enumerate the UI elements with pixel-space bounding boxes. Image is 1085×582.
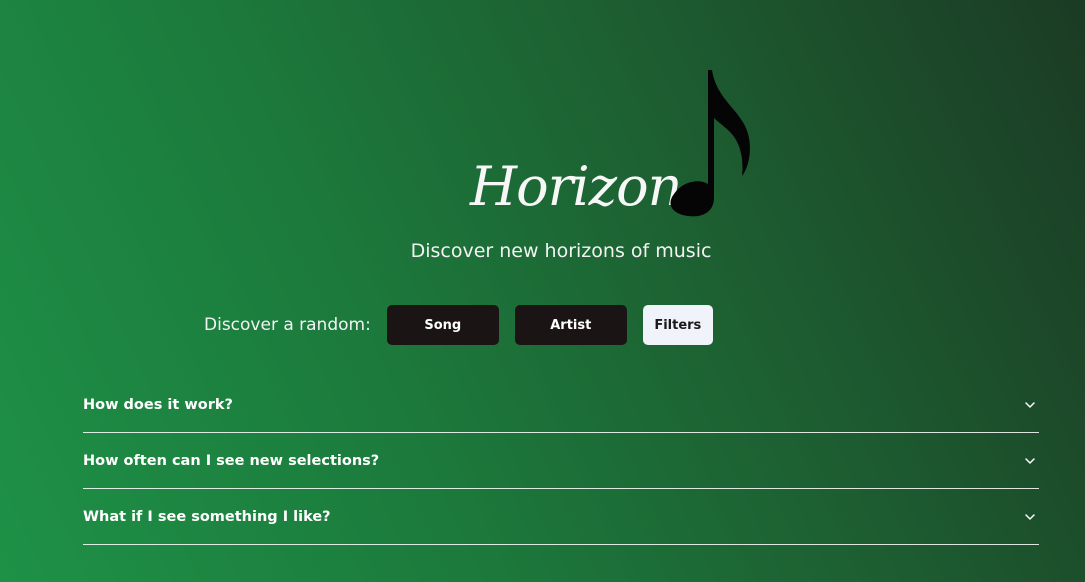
discover-row: Discover a random: Song Artist Filters [204, 305, 713, 345]
random-song-button[interactable]: Song [386, 305, 499, 345]
app-title: Horizon [470, 155, 682, 218]
filters-button[interactable]: Filters [642, 305, 713, 345]
chevron-down-icon [1025, 513, 1035, 520]
faq-accordion: How does it work? How often can I see ne… [83, 377, 1039, 545]
faq-question: How does it work? [83, 396, 233, 413]
hero-section: Horizon Discover new horizons of music [0, 0, 1085, 300]
chevron-down-icon [1025, 401, 1035, 408]
app-subtitle: Discover new horizons of music [410, 240, 712, 262]
faq-item-how-it-works[interactable]: How does it work? [83, 377, 1039, 433]
faq-item-how-often[interactable]: How often can I see new selections? [83, 433, 1039, 489]
music-note-icon [670, 70, 750, 217]
discover-label: Discover a random: [204, 315, 371, 335]
random-artist-button[interactable]: Artist [514, 305, 627, 345]
faq-question: What if I see something I like? [83, 508, 331, 525]
faq-question: How often can I see new selections? [83, 452, 380, 469]
chevron-down-icon [1025, 457, 1035, 464]
faq-item-something-i-like[interactable]: What if I see something I like? [83, 489, 1039, 545]
